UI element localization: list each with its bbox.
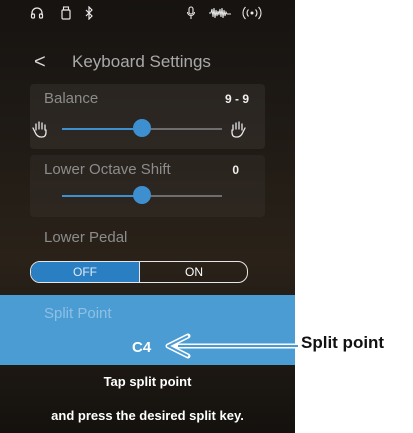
device-screen: < Keyboard Settings Balance 9 - 9 Lower …: [0, 0, 295, 433]
usb-memory-icon: [60, 6, 72, 20]
lower-octave-shift-value: 0: [232, 163, 239, 177]
split-point-callout-label: Split point: [301, 333, 385, 352]
headphones-icon: [30, 6, 44, 20]
instruction-line-2: and press the desired split key.: [51, 408, 244, 423]
pedal-off-option[interactable]: OFF: [31, 262, 139, 282]
balance-slider-fill: [62, 128, 142, 130]
lower-octave-shift-label: Lower Octave Shift: [44, 161, 171, 178]
lower-pedal-label: Lower Pedal: [44, 229, 128, 246]
balance-value: 9 - 9: [224, 92, 249, 106]
microphone-icon: [186, 6, 196, 20]
balance-label: Balance: [44, 90, 99, 107]
audio-wave-icon: [208, 6, 232, 20]
split-point-row[interactable]: Split Point C4: [0, 295, 295, 365]
balance-slider-knob[interactable]: [133, 119, 151, 137]
back-button[interactable]: <: [34, 46, 46, 78]
lower-pedal-row: Lower Pedal OFF ON: [30, 225, 265, 287]
bluetooth-icon: [84, 6, 94, 20]
split-point-label: Split Point: [44, 305, 112, 322]
lower-pedal-toggle[interactable]: OFF ON: [30, 261, 248, 283]
split-point-value[interactable]: C4: [132, 339, 151, 356]
instruction-line-1: Tap split point: [103, 374, 192, 389]
lower-octave-shift-row[interactable]: Lower Octave Shift 0: [30, 155, 265, 217]
status-bar: [0, 6, 295, 32]
wireless-icon: [242, 6, 262, 20]
right-hand-icon: [230, 120, 246, 138]
left-hand-icon: [32, 120, 48, 138]
balance-slider-track: [142, 128, 222, 130]
balance-row[interactable]: Balance 9 - 9: [30, 84, 265, 149]
octave-slider-knob[interactable]: [133, 186, 151, 204]
pedal-on-option[interactable]: ON: [139, 262, 247, 282]
octave-slider-track: [142, 195, 222, 197]
page-title: Keyboard Settings: [72, 52, 211, 71]
octave-slider-fill: [62, 195, 142, 197]
screen-header: < Keyboard Settings: [0, 46, 295, 78]
